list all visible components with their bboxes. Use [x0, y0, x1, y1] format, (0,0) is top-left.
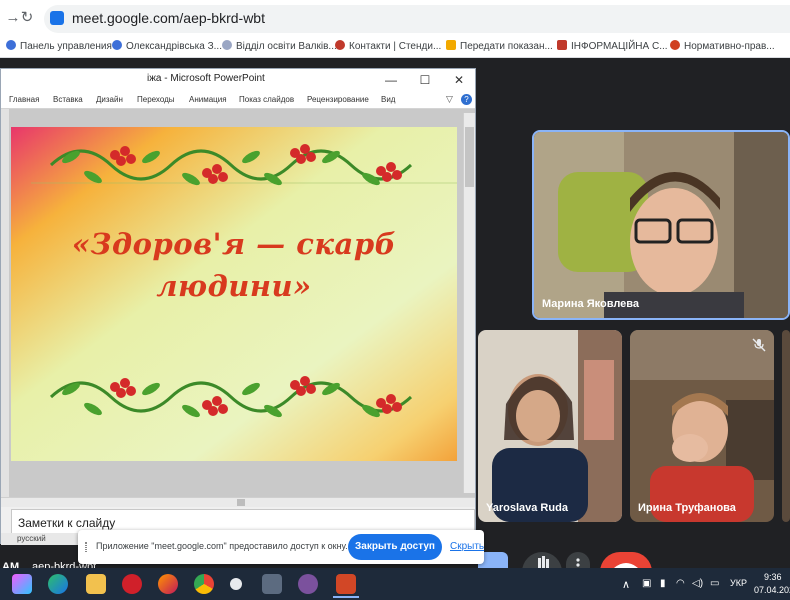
- edge-icon[interactable]: [48, 574, 68, 594]
- bookmark-u-icon: [112, 40, 122, 50]
- bookmarks-bar: Панель управления Олександрівська З... В…: [0, 36, 790, 58]
- firefox-icon[interactable]: [158, 574, 178, 594]
- participant-name: Yaroslava Ruda: [486, 502, 568, 514]
- tray-camera-icon[interactable]: ▣: [642, 578, 651, 589]
- bookmark-item[interactable]: Панель управления: [6, 39, 112, 55]
- participant-tile-partial[interactable]: [782, 330, 790, 522]
- url-text[interactable]: meet.google.com/aep-bkrd-wbt: [72, 10, 265, 26]
- slide-title-line-2[interactable]: людини»: [11, 269, 457, 303]
- language-indicator: русский: [17, 534, 46, 543]
- participant-video: [630, 330, 774, 522]
- pin-icon[interactable]: [230, 578, 242, 590]
- mic-off-icon: [752, 338, 766, 352]
- tray-wifi-icon[interactable]: ◠: [676, 578, 685, 589]
- tray-time[interactable]: 9:36: [764, 572, 782, 582]
- file-explorer-icon[interactable]: [86, 574, 106, 594]
- bookmark-item[interactable]: Нормативно-прав...: [670, 39, 775, 55]
- hide-banner-link[interactable]: Скрыть: [450, 541, 484, 552]
- reload-icon[interactable]: ↻: [18, 9, 36, 27]
- ribbon-collapse-icon[interactable]: ▽: [446, 94, 453, 105]
- tray-speaker-icon[interactable]: ◁): [692, 578, 703, 589]
- slide-canvas[interactable]: «Здоров'я — скарб людини»: [11, 127, 457, 461]
- ribbon-tab[interactable]: Рецензирование: [307, 95, 369, 104]
- bookmark-site-icon: [335, 40, 345, 50]
- bookmark-item[interactable]: Олександрівська З...: [112, 39, 222, 55]
- bookmark-item[interactable]: Передати показан...: [446, 39, 553, 55]
- bookmark-folder-icon: [446, 40, 456, 50]
- ribbon-tab[interactable]: Показ слайдов: [239, 95, 294, 104]
- ppt-window-title: іжа - Microsoft PowerPoint: [147, 73, 265, 84]
- viber-icon[interactable]: [298, 574, 318, 594]
- tray-language[interactable]: УКР: [730, 578, 747, 588]
- ppt-titlebar: іжа - Microsoft PowerPoint — ☐ ✕: [1, 69, 475, 91]
- scrollbar-thumb[interactable]: [237, 499, 245, 506]
- powerpoint-icon[interactable]: [336, 574, 356, 594]
- help-icon[interactable]: ?: [461, 94, 472, 105]
- bookmark-rocket-icon: [670, 40, 680, 50]
- participant-tile[interactable]: Ирина Труфанова: [630, 330, 774, 522]
- tray-chevron-icon[interactable]: ∧: [622, 578, 630, 591]
- ribbon-tab[interactable]: Главная: [9, 95, 39, 104]
- browser-toolbar: → ↻ meet.google.com/aep-bkrd-wbt: [0, 0, 790, 36]
- bookmark-item[interactable]: Контакти | Стенди...: [335, 39, 441, 55]
- horizontal-scrollbar[interactable]: [1, 497, 475, 507]
- chrome-icon[interactable]: [194, 574, 214, 594]
- tray-mic-icon[interactable]: ▮: [660, 578, 666, 589]
- participant-name: Ирина Труфанова: [638, 502, 736, 514]
- drag-handle-icon[interactable]: [85, 542, 87, 552]
- powerpoint-window[interactable]: іжа - Microsoft PowerPoint — ☐ ✕ Главная…: [0, 68, 476, 545]
- meet-site-icon: [50, 11, 64, 25]
- close-icon[interactable]: ✕: [445, 71, 473, 89]
- bookmark-flag-icon: [557, 40, 567, 50]
- app-icon[interactable]: [262, 574, 282, 594]
- minimize-icon[interactable]: —: [377, 71, 405, 89]
- bookmark-item[interactable]: Відділ освіти Валків...: [222, 39, 337, 55]
- slide-title-line-1[interactable]: «Здоров'я — скарб: [11, 227, 457, 261]
- tray-date[interactable]: 07.04.202: [754, 585, 790, 595]
- participant-video: [478, 330, 622, 522]
- bookmark-item[interactable]: ІНФОРМАЦІЙНА С...: [557, 39, 668, 55]
- stop-sharing-button[interactable]: Закрыть доступ: [348, 534, 442, 560]
- notes-placeholder: Заметки к слайду: [18, 516, 116, 530]
- participant-tile[interactable]: Марина Яковлева: [532, 130, 790, 320]
- ribbon-tab[interactable]: Вид: [381, 95, 395, 104]
- share-message: Приложение "meet.google.com" предоставил…: [96, 541, 348, 551]
- ribbon-tab[interactable]: Дизайн: [96, 95, 123, 104]
- active-app-indicator: [333, 596, 359, 598]
- participant-name: Марина Яковлева: [542, 298, 640, 310]
- ppt-ribbon: Главная Вставка Дизайн Переходы Анимация…: [1, 91, 475, 109]
- ribbon-tab[interactable]: Вставка: [53, 95, 83, 104]
- windows-taskbar: ∧ ▣ ▮ ◠ ◁) ▭ УКР 9:36 07.04.202: [0, 568, 790, 600]
- maximize-icon[interactable]: ☐: [411, 71, 439, 89]
- opera-icon[interactable]: [122, 574, 142, 594]
- bookmark-emblem-icon: [222, 40, 232, 50]
- thumbnail-strip[interactable]: [1, 109, 9, 497]
- screen-share-banner: Приложение "meet.google.com" предоставил…: [78, 530, 484, 564]
- copilot-icon[interactable]: [12, 574, 32, 594]
- scrollbar-thumb[interactable]: [465, 127, 474, 187]
- participant-tile[interactable]: Yaroslava Ruda: [478, 330, 622, 522]
- tray-battery-icon[interactable]: ▭: [710, 578, 719, 589]
- ribbon-tab[interactable]: Переходы: [137, 95, 175, 104]
- bookmark-u-icon: [6, 40, 16, 50]
- participant-video: [534, 132, 788, 318]
- ribbon-tab[interactable]: Анимация: [189, 95, 227, 104]
- vertical-scrollbar[interactable]: [463, 113, 475, 493]
